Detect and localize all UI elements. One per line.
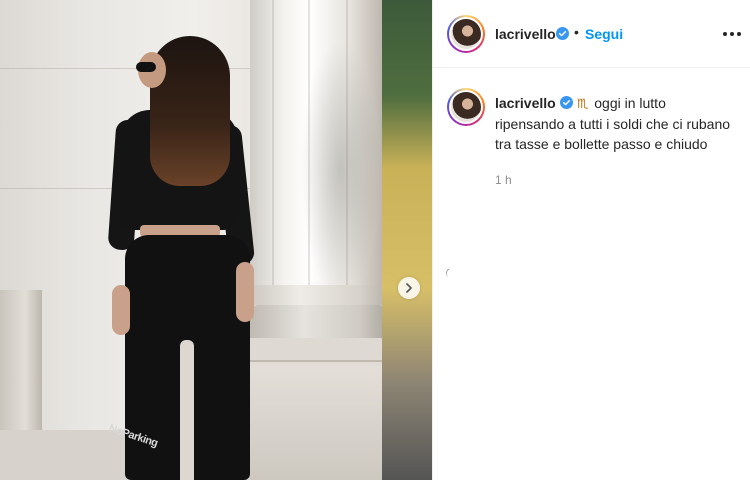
verified-badge-icon [556,27,569,40]
pillar-base-ring [240,285,390,305]
avatar-photo [451,19,481,49]
post-header: lacrivello • Segui [433,0,750,68]
sunglasses [136,62,156,72]
leg-gap [180,340,194,480]
right-hand [236,262,254,322]
post-photo[interactable]: NoParking [0,0,432,480]
verified-badge-icon [559,96,573,109]
header-username[interactable]: lacrivello [495,26,556,42]
outside-view [382,0,432,480]
pillar-base [248,305,388,340]
more-options-icon[interactable] [723,28,741,40]
caption-text: lacrivello ♏ oggi in lutto ripensando a t… [495,93,735,154]
scorpion-emoji: ♏ [576,96,589,111]
leaf-shadow [300,40,380,300]
follow-button[interactable]: Segui [585,26,623,42]
avatar[interactable] [447,15,485,53]
separator-dot: • [574,24,579,40]
pillar-flute [272,0,274,300]
left-hand [112,285,130,335]
caption-username[interactable]: lacrivello [495,95,556,111]
next-photo-button[interactable] [398,277,420,299]
avatar-photo [451,92,481,122]
chevron-right-icon [406,283,412,293]
post-side-panel: lacrivello • Segui lacrivello ♏ oggi in l… [432,0,750,480]
post-time[interactable]: 1 h [495,173,512,187]
caption-avatar[interactable] [447,88,485,126]
